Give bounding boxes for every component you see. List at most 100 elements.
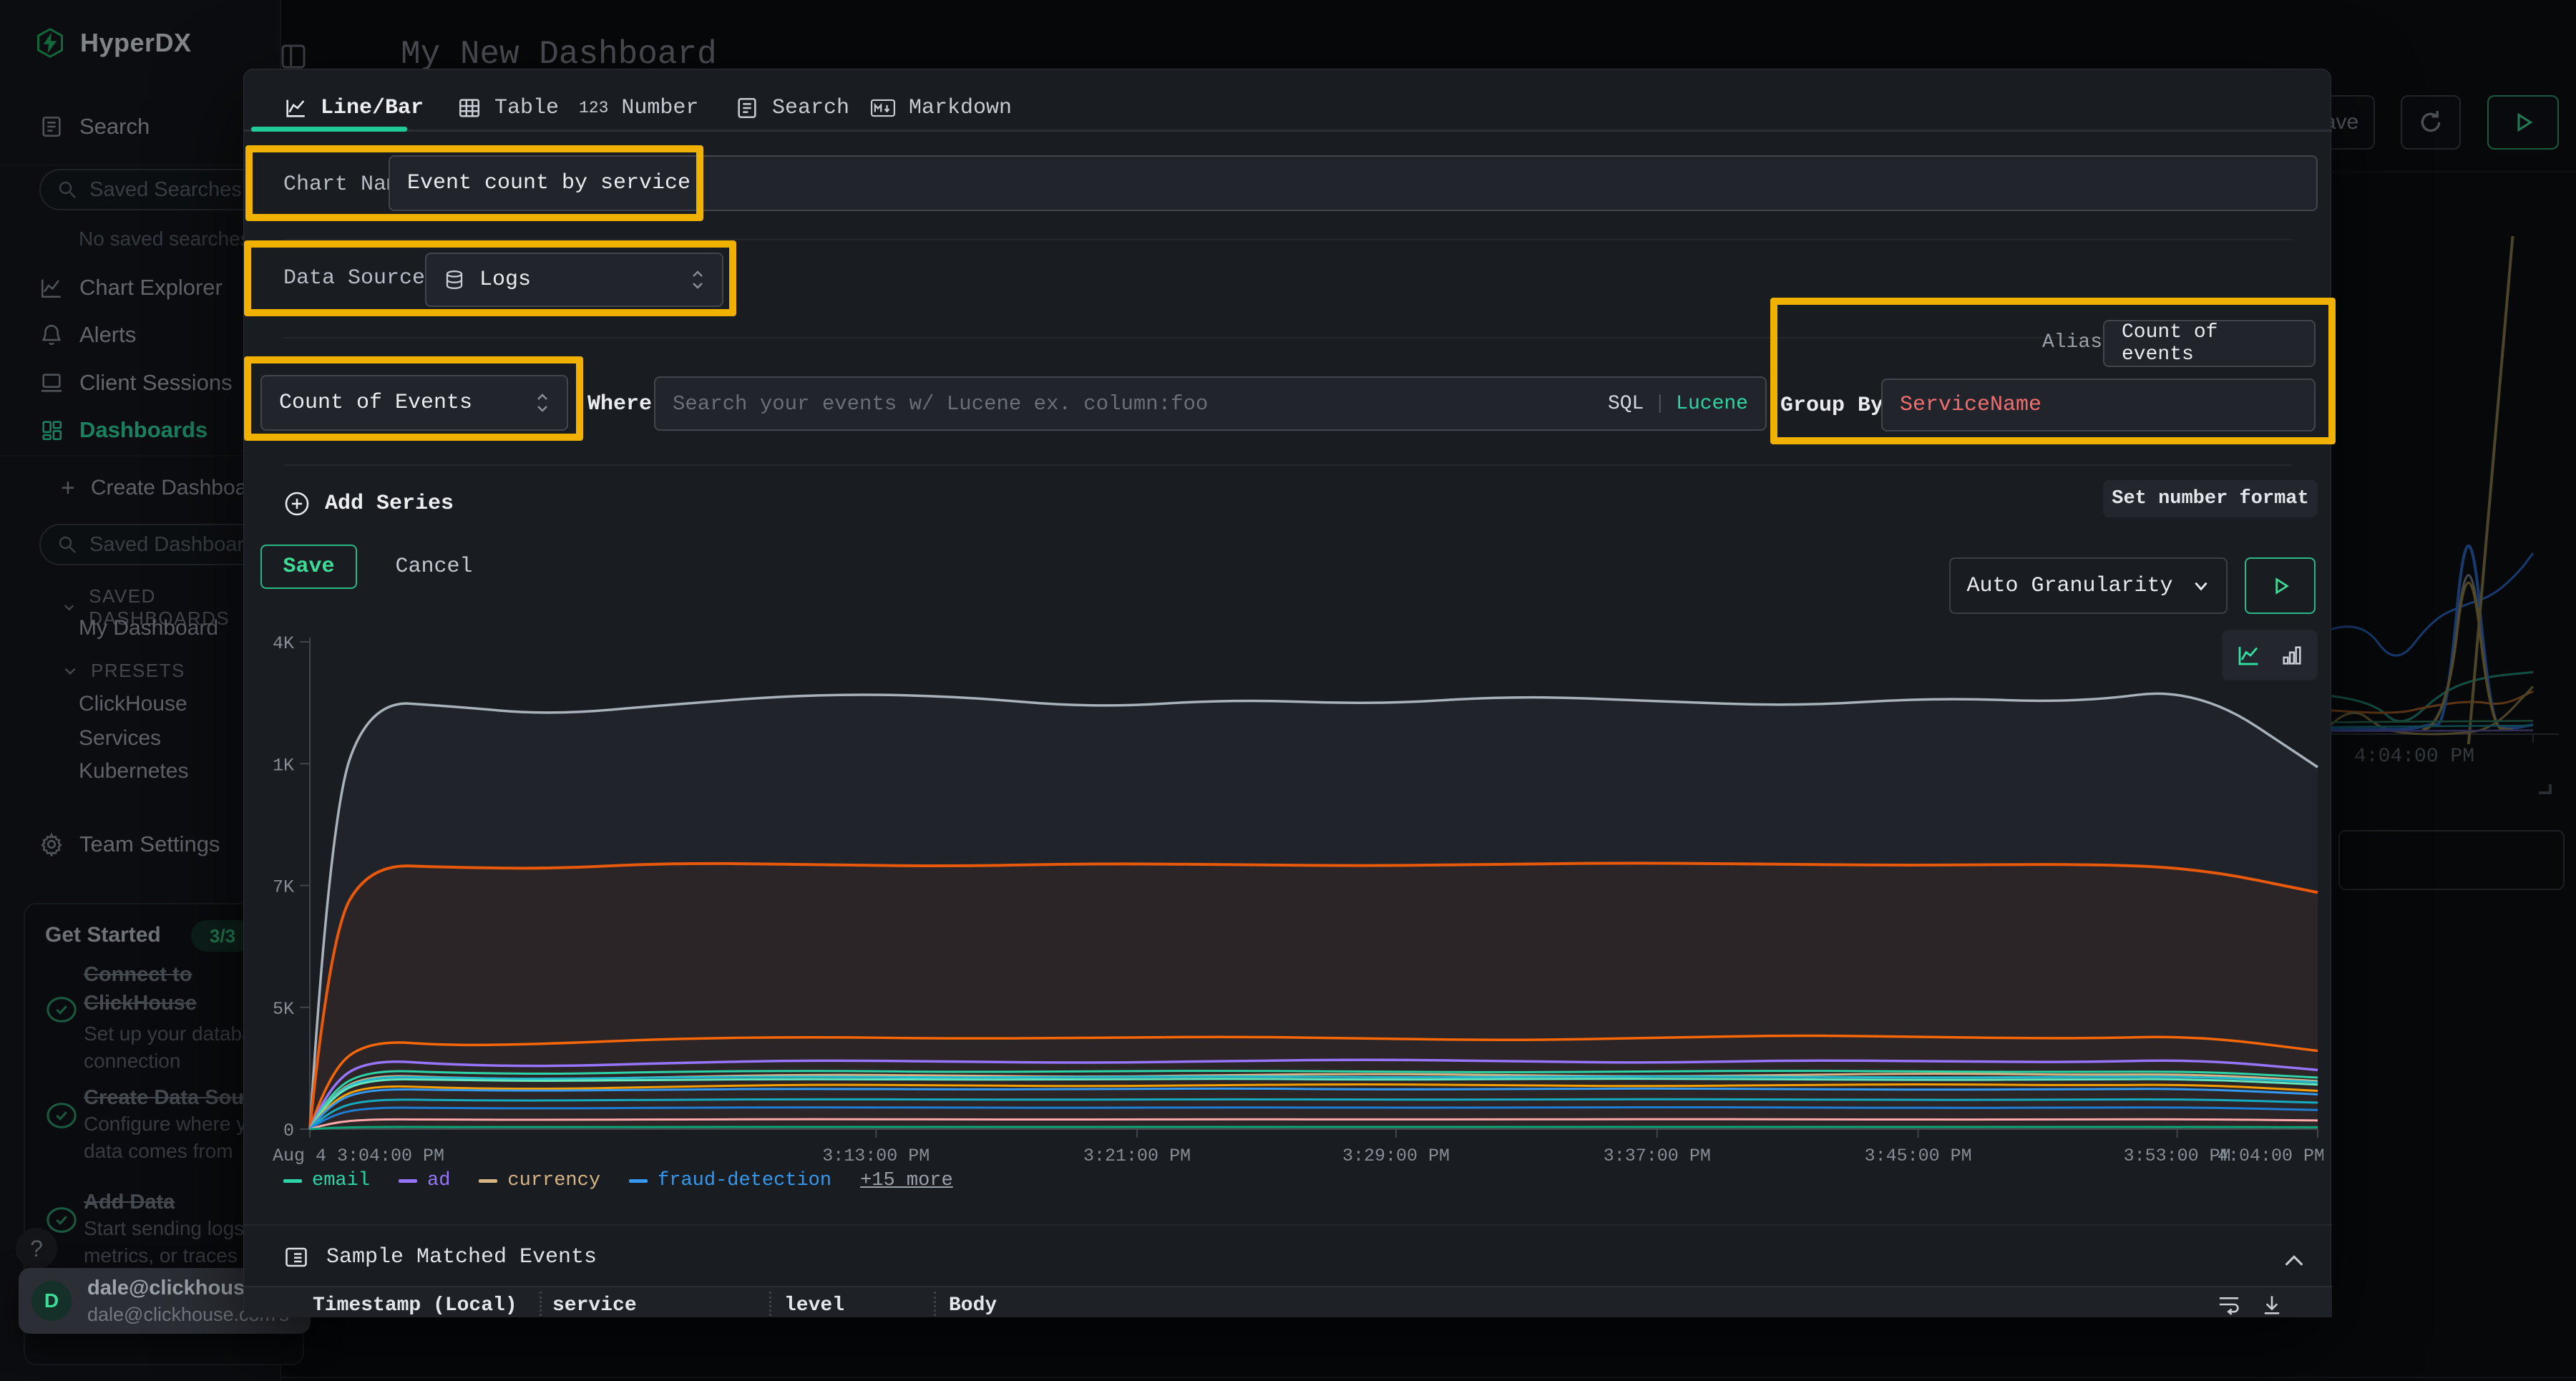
- divider: [283, 464, 2293, 466]
- search-doc-icon: [735, 96, 759, 120]
- column-header-service[interactable]: service: [552, 1294, 637, 1317]
- run-chart-button[interactable]: [2245, 557, 2316, 614]
- svg-text:3:21:00 PM: 3:21:00 PM: [1083, 1146, 1191, 1166]
- svg-text:3:29:00 PM: 3:29:00 PM: [1342, 1146, 1450, 1166]
- chart-name-value: Event count by service: [407, 171, 691, 195]
- column-separator[interactable]: [934, 1292, 936, 1316]
- data-source-select[interactable]: Logs: [425, 253, 723, 307]
- svg-text:3:53:00 PM: 3:53:00 PM: [2124, 1146, 2231, 1166]
- sample-events-title: Sample Matched Events: [326, 1245, 597, 1269]
- data-source-value: Logs: [479, 268, 531, 292]
- chart-legend: email ad currency fraud-detection +15 more: [283, 1170, 953, 1191]
- set-number-format-label: Set number format: [2112, 488, 2308, 509]
- tab-table[interactable]: Table: [457, 91, 559, 125]
- tabs-divider: [244, 130, 2332, 132]
- column-separator[interactable]: [769, 1292, 771, 1316]
- tab-number[interactable]: 123 Number: [579, 91, 698, 125]
- play-icon: [2269, 575, 2292, 597]
- tab-markdown[interactable]: Markdown: [870, 91, 1012, 125]
- sample-events-table-header: Timestamp (Local) service level Body: [244, 1286, 2332, 1317]
- divider: [283, 239, 2293, 240]
- lucene-toggle[interactable]: Lucene: [1676, 393, 1748, 415]
- svg-text:3:13:00 PM: 3:13:00 PM: [822, 1146, 930, 1166]
- data-source-label: Data Source: [283, 266, 425, 291]
- tab-label: Markdown: [909, 96, 1012, 120]
- alias-label: Alias: [2042, 331, 2102, 353]
- where-placeholder: Search your events w/ Lucene ex. column:…: [673, 392, 1208, 416]
- toggle-separator: |: [1654, 393, 1666, 415]
- legend-item[interactable]: fraud-detection: [629, 1170, 831, 1191]
- add-series-button[interactable]: Add Series: [283, 490, 454, 517]
- list-icon: [283, 1244, 309, 1270]
- legend-swatch: [479, 1179, 497, 1183]
- chevron-up-icon[interactable]: [2282, 1251, 2306, 1270]
- tab-label: Number: [621, 96, 698, 120]
- svg-text:14K: 14K: [273, 635, 294, 654]
- tab-line-bar[interactable]: Line/Bar: [283, 91, 424, 125]
- aggregation-value: Count of Events: [279, 391, 472, 415]
- granularity-select[interactable]: Auto Granularity: [1949, 557, 2228, 614]
- table-icon: [457, 96, 482, 120]
- column-header-level[interactable]: level: [784, 1294, 844, 1317]
- divider: [283, 337, 2293, 338]
- svg-text:3.5K: 3.5K: [273, 999, 294, 1020]
- legend-item[interactable]: email: [283, 1170, 370, 1191]
- add-series-label: Add Series: [325, 492, 454, 516]
- download-icon[interactable]: [2259, 1293, 2285, 1316]
- granularity-value: Auto Granularity: [1966, 574, 2172, 598]
- legend-label: currency: [507, 1170, 600, 1191]
- group-by-input[interactable]: ServiceName: [1881, 379, 2316, 431]
- column-header-body[interactable]: Body: [949, 1294, 997, 1317]
- tab-search[interactable]: Search: [735, 91, 849, 125]
- where-input[interactable]: Search your events w/ Lucene ex. column:…: [654, 376, 1767, 431]
- svg-text:3:37:00 PM: 3:37:00 PM: [1604, 1146, 1711, 1166]
- legend-label: email: [312, 1170, 370, 1191]
- edit-chart-modal: Line/Bar Table 123 Number Search Markdow…: [243, 69, 2331, 1317]
- alias-input[interactable]: Count of events: [2103, 320, 2316, 367]
- legend-swatch: [283, 1179, 302, 1183]
- divider: [244, 1224, 2332, 1226]
- where-label: Where: [587, 392, 652, 416]
- group-by-value: ServiceName: [1900, 393, 2041, 417]
- legend-label: ad: [427, 1170, 450, 1191]
- svg-text:7K: 7K: [273, 877, 294, 898]
- column-separator[interactable]: [540, 1292, 542, 1316]
- svg-text:3:45:00 PM: 3:45:00 PM: [1865, 1146, 1972, 1166]
- active-tab-indicator: [251, 127, 407, 132]
- legend-more-link[interactable]: +15 more: [860, 1170, 953, 1191]
- line-chart-icon: [283, 96, 308, 120]
- chevron-down-icon: [2192, 577, 2210, 595]
- tab-label: Table: [494, 96, 559, 120]
- plus-circle-icon: [283, 490, 311, 517]
- svg-text:11K: 11K: [273, 755, 294, 776]
- svg-text:Aug 4 3:04:00 PM: Aug 4 3:04:00 PM: [273, 1146, 444, 1166]
- save-label: Save: [283, 555, 334, 579]
- chart-name-input[interactable]: Event count by service: [389, 155, 2318, 211]
- legend-swatch: [399, 1179, 417, 1183]
- sql-toggle[interactable]: SQL: [1608, 393, 1644, 415]
- cancel-label: Cancel: [395, 555, 472, 579]
- 123-icon: 123: [579, 99, 608, 117]
- tab-label: Line/Bar: [321, 96, 424, 120]
- cancel-button[interactable]: Cancel: [390, 545, 478, 589]
- legend-item[interactable]: ad: [399, 1170, 450, 1191]
- preview-chart: 0 3.5K 7K 11K 14K Aug 4 3:04:00 PM 3:13:00 PM 3…: [273, 635, 2323, 1179]
- select-chevrons-icon: [535, 393, 550, 413]
- tab-label: Search: [772, 96, 849, 120]
- avatar: D: [31, 1281, 72, 1321]
- aggregation-select[interactable]: Count of Events: [260, 375, 568, 431]
- column-header-timestamp[interactable]: Timestamp (Local): [313, 1294, 517, 1317]
- legend-label: fraud-detection: [658, 1170, 831, 1191]
- sample-events-header[interactable]: Sample Matched Events: [283, 1244, 597, 1270]
- alias-value: Count of events: [2122, 321, 2297, 366]
- database-icon: [444, 269, 465, 291]
- save-button[interactable]: Save: [260, 545, 357, 589]
- svg-text:0: 0: [283, 1121, 294, 1141]
- markdown-icon: [870, 96, 896, 120]
- set-number-format-button[interactable]: Set number format: [2103, 480, 2318, 517]
- legend-swatch: [629, 1179, 648, 1183]
- legend-item[interactable]: currency: [479, 1170, 600, 1191]
- text-wrap-icon[interactable]: [2216, 1293, 2242, 1316]
- group-by-label: Group By: [1780, 394, 1883, 418]
- select-chevrons-icon: [691, 270, 705, 290]
